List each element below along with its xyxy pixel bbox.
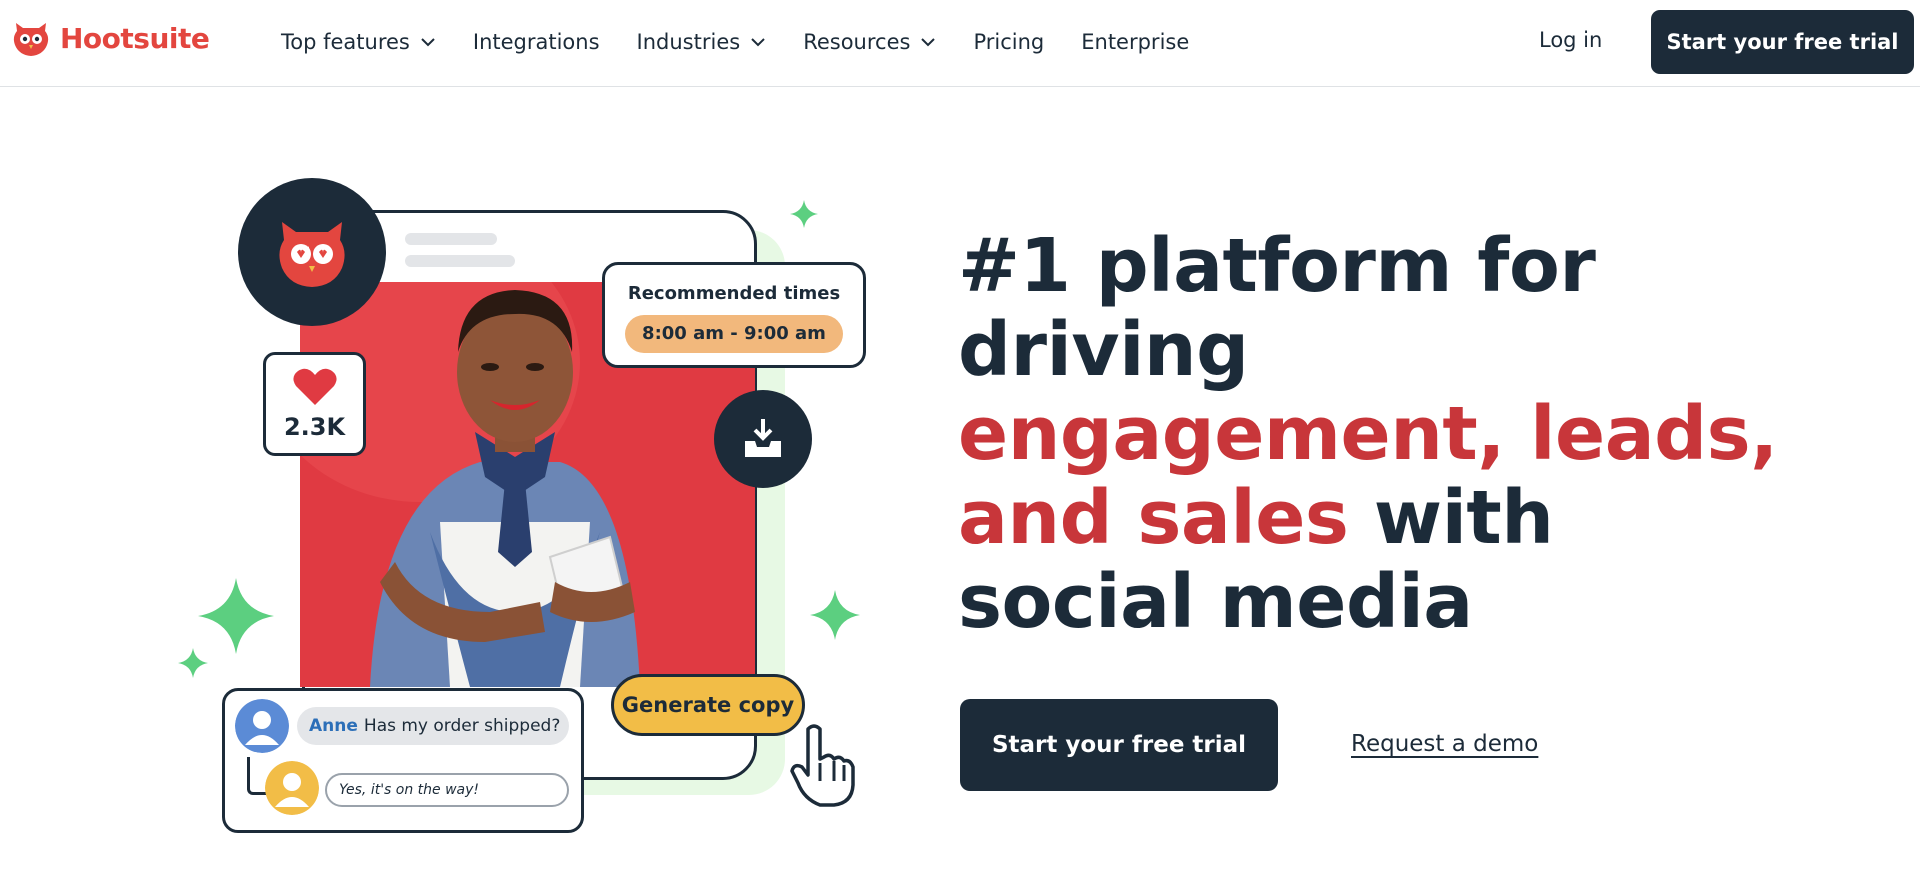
hero-headline: #1 platform for driving engagement, lead… <box>958 224 1778 644</box>
main-nav: Top features Integrations Industries Res… <box>281 24 1226 60</box>
headline-accent: engagement, leads, and sales <box>958 391 1778 561</box>
request-demo-link[interactable]: Request a demo <box>1351 731 1538 757</box>
nav-item-enterprise[interactable]: Enterprise <box>1081 30 1189 54</box>
site-header: Hootsuite Top features Integrations Indu… <box>0 0 1920 87</box>
chevron-down-icon <box>921 38 936 47</box>
generate-copy-button: Generate copy <box>611 674 805 736</box>
recommended-time-pill: 8:00 am - 9:00 am <box>625 315 843 353</box>
sparkle-icon <box>790 200 818 228</box>
agent-avatar <box>265 761 319 815</box>
placeholder-line <box>405 233 497 245</box>
nav-label: Integrations <box>472 30 600 54</box>
nav-label: Pricing <box>973 30 1045 54</box>
headline-part-1: #1 platform for driving <box>958 223 1596 393</box>
owl-heart-eyes-icon <box>279 222 345 287</box>
owl-badge <box>238 178 386 326</box>
user-avatar-icon <box>235 699 289 753</box>
anne-avatar <box>235 699 289 753</box>
nav-item-industries[interactable]: Industries <box>637 30 767 54</box>
placeholder-line <box>405 255 515 267</box>
sparkle-icon <box>810 590 860 640</box>
header-free-trial-button[interactable]: Start your free trial <box>1651 10 1914 74</box>
sparkle-icon <box>178 648 208 678</box>
heart-icon <box>292 368 337 405</box>
nav-label: Top features <box>281 30 410 54</box>
brand-name: Hootsuite <box>60 21 210 55</box>
message-text: Has my order shipped? <box>363 716 561 736</box>
reply-message: Yes, it's on the way! <box>325 773 569 807</box>
nav-label: Enterprise <box>1081 30 1190 54</box>
chat-card: Anne Has my order shipped? Yes, it's on t… <box>222 688 584 833</box>
chevron-down-icon <box>751 38 765 47</box>
nav-item-pricing[interactable]: Pricing <box>973 30 1044 54</box>
likes-card: 2.3K <box>263 352 366 456</box>
hero-illustration: 2.3K Recommended times 8:00 am - 9:00 am… <box>170 170 890 870</box>
owl-logo-icon <box>13 23 49 56</box>
recommended-times-card: Recommended times 8:00 am - 9:00 am <box>602 262 866 368</box>
incoming-message: Anne Has my order shipped? <box>297 707 569 745</box>
nav-item-resources[interactable]: Resources <box>803 30 936 54</box>
login-link[interactable]: Log in <box>1539 28 1602 52</box>
sender-name: Anne <box>309 716 358 736</box>
user-avatar-icon <box>265 761 319 815</box>
nav-label: Resources <box>803 30 911 54</box>
chevron-down-icon <box>421 38 435 47</box>
hootsuite-logo[interactable]: Hootsuite <box>10 16 210 60</box>
recommended-times-title: Recommended times <box>627 283 841 304</box>
inbox-badge <box>714 390 812 488</box>
nav-item-integrations[interactable]: Integrations <box>473 30 600 54</box>
hero-free-trial-button[interactable]: Start your free trial <box>960 699 1278 791</box>
nav-label: Industries <box>636 30 741 54</box>
inbox-download-icon <box>745 419 781 457</box>
pointer-hand-icon <box>790 724 855 807</box>
nav-item-top-features[interactable]: Top features <box>281 30 436 54</box>
likes-count: 2.3K <box>283 413 346 441</box>
sparkle-icon <box>198 578 274 654</box>
